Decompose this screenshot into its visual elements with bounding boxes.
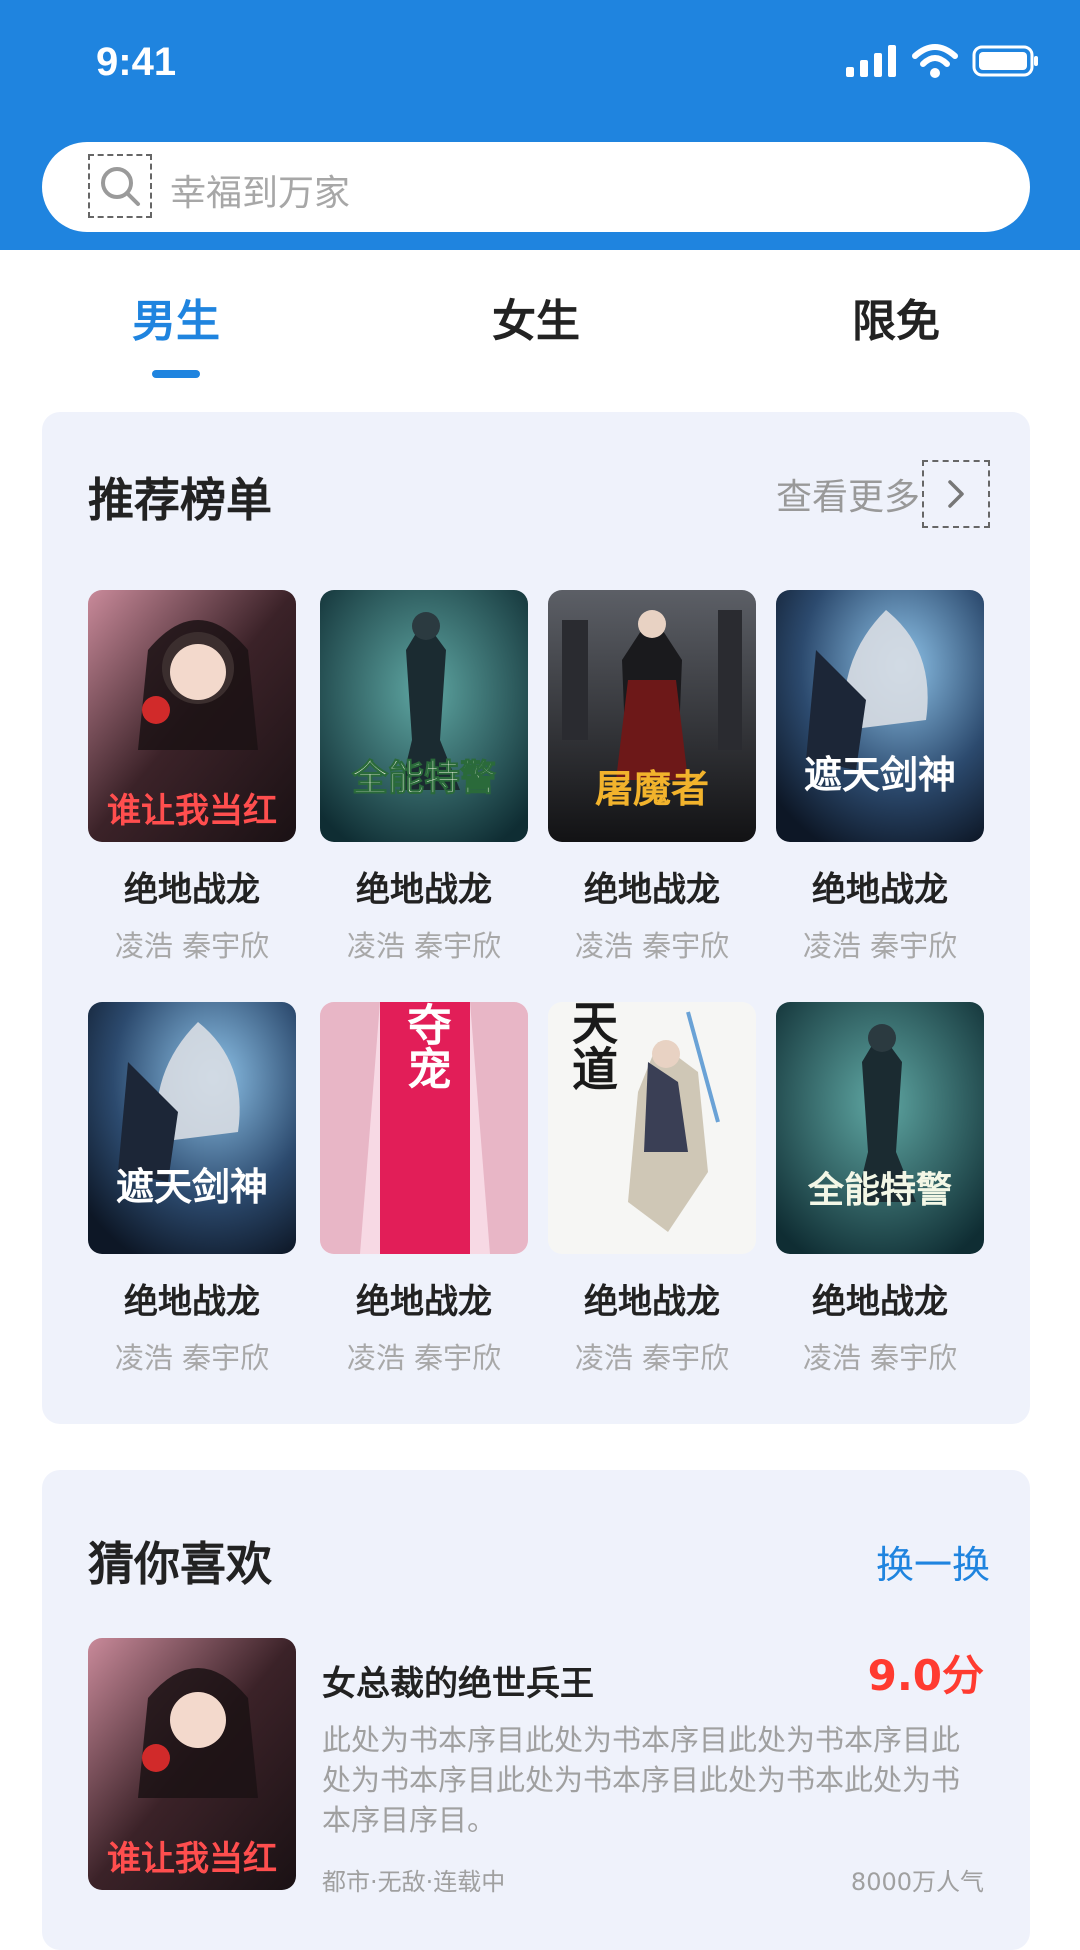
book-author: 凌浩 秦宇欣	[802, 929, 958, 963]
tab-free[interactable]: 限免	[852, 285, 940, 349]
book-author: 凌浩 秦宇欣	[114, 929, 270, 963]
book-title[interactable]: 绝地战龙	[320, 862, 528, 911]
guess-title: 猜你喜欢	[88, 1537, 272, 1591]
search-bar[interactable]: 幸福到万家	[42, 142, 1030, 232]
search-placeholder[interactable]: 幸福到万家	[170, 164, 350, 216]
cover-title-art: 祭天道	[565, 1002, 619, 1091]
cover-title-art: 嫡女夺宠	[400, 1002, 452, 1090]
active-tab-indicator	[152, 370, 200, 378]
cover-title-art: 全能特警	[807, 1169, 952, 1211]
book-item[interactable]: 嫡女夺宠 绝地战龙 凌浩 秦宇欣	[320, 1002, 528, 1377]
recommend-tags: 都市·无敌·连载中	[322, 1868, 506, 1896]
wifi-icon	[912, 44, 958, 78]
cover-title-art: 屠魔者	[595, 767, 709, 811]
status-icons	[846, 44, 1040, 78]
status-time: 9:41	[96, 40, 177, 84]
see-more-link[interactable]: 查看更多	[776, 460, 990, 528]
book-title[interactable]: 绝地战龙	[320, 1274, 528, 1323]
cover-title-art: 全能特警	[351, 757, 496, 799]
book-cover[interactable]: 全能特警	[320, 590, 528, 842]
book-item[interactable]: 屠魔者 绝地战龙 凌浩 秦宇欣	[548, 590, 756, 965]
book-cover[interactable]: 屠魔者	[548, 590, 756, 842]
book-cover[interactable]: 遮天剑神	[88, 1002, 296, 1254]
cover-title-art: 遮天剑神	[116, 1165, 268, 1209]
book-cover[interactable]: 祭天道	[548, 1002, 756, 1254]
book-item[interactable]: 谁让我当红 绝地战龙 凌浩 秦宇欣	[88, 590, 296, 965]
book-title[interactable]: 绝地战龙	[88, 862, 296, 911]
book-cover[interactable]: 遮天剑神	[776, 590, 984, 842]
book-author: 凌浩 秦宇欣	[114, 1341, 270, 1375]
book-title[interactable]: 绝地战龙	[776, 1274, 984, 1323]
search-icon[interactable]	[88, 154, 152, 218]
battery-icon	[972, 45, 1038, 77]
book-cover[interactable]: 全能特警	[776, 1002, 984, 1254]
see-more-label[interactable]: 查看更多	[776, 468, 920, 520]
refresh-button[interactable]: 换一换	[876, 1534, 990, 1589]
book-item[interactable]: 全能特警 绝地战龙 凌浩 秦宇欣	[320, 590, 528, 965]
book-cover[interactable]: 嫡女夺宠	[320, 1002, 528, 1254]
chevron-right-icon[interactable]	[922, 460, 990, 528]
recommend-cover[interactable]: 谁让我当红	[88, 1638, 296, 1890]
tab-male[interactable]: 男生	[132, 285, 220, 349]
book-item[interactable]: 遮天剑神 绝地战龙 凌浩 秦宇欣	[88, 1002, 296, 1377]
ranking-card: 推荐榜单 查看更多 谁让我当红 绝地战龙 凌浩 秦宇欣 全能特警 绝地战龙 凌浩	[42, 412, 1030, 1424]
book-title[interactable]: 绝地战龙	[548, 862, 756, 911]
cover-title-art: 遮天剑神	[804, 753, 956, 797]
cover-title-art: 谁让我当红	[107, 791, 277, 831]
cover-title-art: 谁让我当红	[107, 1839, 277, 1879]
book-author: 凌浩 秦宇欣	[574, 1341, 730, 1375]
book-title[interactable]: 绝地战龙	[548, 1274, 756, 1323]
book-item[interactable]: 遮天剑神 绝地战龙 凌浩 秦宇欣	[776, 590, 984, 965]
app-header: 9:41 幸福到万家	[0, 0, 1080, 250]
ranking-title: 推荐榜单	[88, 473, 272, 527]
signal-icon	[846, 45, 896, 77]
book-author: 凌浩 秦宇欣	[802, 1341, 958, 1375]
book-title[interactable]: 绝地战龙	[88, 1274, 296, 1323]
recommend-score: 9.0分	[867, 1651, 984, 1700]
book-item[interactable]: 全能特警 绝地战龙 凌浩 秦宇欣	[776, 1002, 984, 1377]
recommend-title[interactable]: 女总裁的绝世兵王	[322, 1656, 594, 1705]
recommend-description: 此处为书本序目此处为书本序目此处为书本序目此处为书本序目此处为书本序目此处为书本…	[322, 1723, 961, 1837]
book-cover[interactable]: 谁让我当红	[88, 590, 296, 842]
book-item[interactable]: 祭天道 绝地战龙 凌浩 秦宇欣	[548, 1002, 756, 1377]
book-author: 凌浩 秦宇欣	[346, 929, 502, 963]
tab-female[interactable]: 女生	[492, 285, 580, 349]
book-author: 凌浩 秦宇欣	[346, 1341, 502, 1375]
book-author: 凌浩 秦宇欣	[574, 929, 730, 963]
recommend-popularity: 8000万人气	[850, 1868, 984, 1896]
guess-card: 猜你喜欢 换一换 谁让我当红 女总裁的绝世兵王 9.0分 此处为书本序目此处为书…	[42, 1470, 1030, 1950]
book-title[interactable]: 绝地战龙	[776, 862, 984, 911]
category-tabs: 男生 女生 限免	[0, 250, 1080, 380]
